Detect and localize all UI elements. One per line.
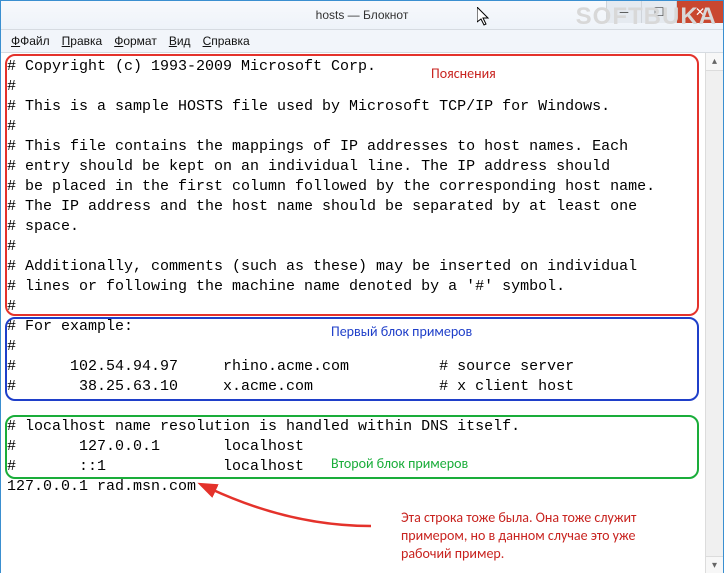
minimize-button[interactable]: ─: [606, 1, 641, 23]
maximize-button[interactable]: ☐: [641, 1, 676, 23]
editor-line[interactable]: #: [7, 337, 703, 357]
editor-line[interactable]: # Additionally, comments (such as these)…: [7, 257, 703, 277]
window-title: hosts — Блокнот: [316, 8, 409, 22]
editor-line[interactable]: # This is a sample HOSTS file used by Mi…: [7, 97, 703, 117]
editor-line[interactable]: #: [7, 237, 703, 257]
editor-line[interactable]: # The IP address and the host name shoul…: [7, 197, 703, 217]
scroll-up-button[interactable]: ▴: [706, 53, 723, 71]
editor-line[interactable]: 127.0.0.1 rad.msn.com: [7, 477, 703, 497]
menu-edit[interactable]: Правка: [58, 32, 107, 50]
menu-format[interactable]: Формат: [110, 32, 161, 50]
editor-line[interactable]: # Copyright (c) 1993-2009 Microsoft Corp…: [7, 57, 703, 77]
editor-line[interactable]: # localhost name resolution is handled w…: [7, 417, 703, 437]
text-editor[interactable]: # Copyright (c) 1993-2009 Microsoft Corp…: [7, 57, 703, 570]
scroll-down-button[interactable]: ▾: [706, 556, 723, 573]
close-button[interactable]: ✕: [676, 1, 723, 23]
editor-line[interactable]: [7, 397, 703, 417]
editor-line[interactable]: # ::1 localhost: [7, 457, 703, 477]
menu-help[interactable]: Справка: [199, 32, 254, 50]
menu-bar: ФФайл Правка Формат Вид Справка: [1, 30, 723, 53]
notepad-window: hosts — Блокнот ─ ☐ ✕ ФФайл Правка Форма…: [0, 0, 724, 573]
editor-line[interactable]: # entry should be kept on an individual …: [7, 157, 703, 177]
vertical-scrollbar[interactable]: ▴ ▾: [705, 53, 723, 573]
editor-line[interactable]: #: [7, 117, 703, 137]
editor-line[interactable]: # This file contains the mappings of IP …: [7, 137, 703, 157]
editor-line[interactable]: # space.: [7, 217, 703, 237]
editor-line[interactable]: # 38.25.63.10 x.acme.com # x client host: [7, 377, 703, 397]
editor-line[interactable]: # 102.54.94.97 rhino.acme.com # source s…: [7, 357, 703, 377]
editor-line[interactable]: # 127.0.0.1 localhost: [7, 437, 703, 457]
editor-line[interactable]: #: [7, 297, 703, 317]
window-controls: ─ ☐ ✕: [606, 1, 723, 23]
titlebar[interactable]: hosts — Блокнот ─ ☐ ✕: [1, 1, 723, 30]
editor-line[interactable]: # lines or following the machine name de…: [7, 277, 703, 297]
menu-file[interactable]: ФФайл: [7, 32, 54, 50]
menu-view[interactable]: Вид: [165, 32, 195, 50]
content-area: # Copyright (c) 1993-2009 Microsoft Corp…: [1, 53, 723, 573]
editor-line[interactable]: # For example:: [7, 317, 703, 337]
editor-line[interactable]: #: [7, 77, 703, 97]
editor-line[interactable]: # be placed in the first column followed…: [7, 177, 703, 197]
